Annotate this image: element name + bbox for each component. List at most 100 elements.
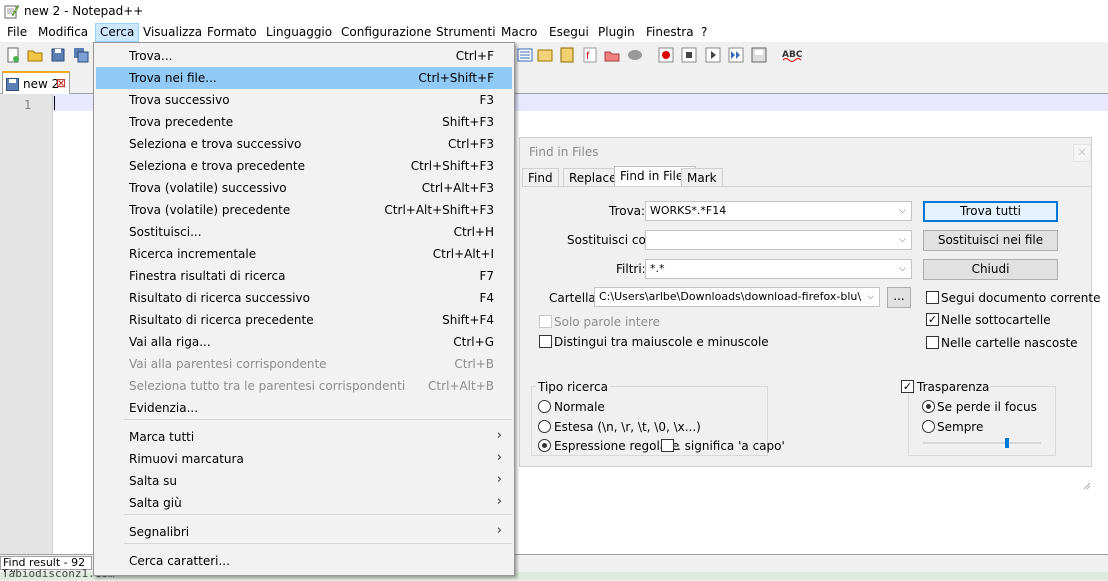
macro-play-icon[interactable]: [705, 47, 721, 63]
menu-macro[interactable]: Macro: [501, 25, 537, 39]
cerca-menu-item[interactable]: Ricerca incrementale Ctrl+Alt+I: [96, 243, 512, 265]
menu-item-shortcut: Ctrl+B: [454, 357, 494, 371]
find-what-combo[interactable]: WORKS*.*F14 ⌵: [645, 201, 912, 221]
menu-visualizza[interactable]: Visualizza: [143, 25, 202, 39]
cerca-menu-item[interactable]: Cerca caratteri...: [96, 550, 512, 572]
cerca-menu-item[interactable]: Evidenzia...: [96, 397, 512, 419]
cerca-menu-item[interactable]: Salta giù ›: [96, 492, 512, 514]
macro-record-icon[interactable]: [658, 47, 674, 63]
replace-in-files-button[interactable]: Sostituisci nei file: [923, 230, 1058, 251]
browse-folder-button[interactable]: ...: [887, 287, 911, 308]
cerca-menu-item[interactable]: Trova... Ctrl+F: [96, 45, 512, 67]
transparency-label: Trasparenza: [915, 380, 992, 394]
menu-item-shortcut: Ctrl+G: [453, 335, 494, 349]
save-icon[interactable]: [50, 47, 66, 63]
line-number-gutter: [0, 94, 53, 554]
find-what-value: WORKS*.*F14: [650, 204, 727, 217]
directory-combo[interactable]: C:\Users\arlbe\Downloads\download-firefo…: [594, 287, 880, 307]
dialog-close-icon[interactable]: ✕: [1073, 144, 1091, 162]
in-subfolders-checkbox[interactable]: ✓: [926, 313, 939, 326]
whole-word-checkbox[interactable]: [539, 315, 552, 328]
extended-mode-radio[interactable]: [538, 420, 551, 433]
regex-mode-radio[interactable]: [538, 439, 551, 452]
cerca-menu-item[interactable]: Trova successivo F3: [96, 89, 512, 111]
cerca-menu-item[interactable]: Trova precedente Shift+F3: [96, 111, 512, 133]
follow-current-doc-checkbox[interactable]: [926, 291, 939, 304]
menu-esegui[interactable]: Esegui: [549, 25, 589, 39]
menu-formato[interactable]: Formato: [207, 25, 257, 39]
spell-check-icon[interactable]: ABC: [782, 47, 802, 63]
menu-finestra[interactable]: Finestra: [646, 25, 694, 39]
macro-stop-icon[interactable]: [681, 47, 697, 63]
transparency-slider-thumb[interactable]: [1005, 438, 1009, 448]
cerca-menu-item[interactable]: Seleziona e trova precedente Ctrl+Shift+F…: [96, 155, 512, 177]
cerca-menu-item[interactable]: Trova nei file... Ctrl+Shift+F: [96, 67, 512, 89]
save-all-icon[interactable]: [73, 47, 89, 63]
text-caret: [54, 96, 55, 110]
cerca-menu-item[interactable]: Finestra risultati di ricerca F7: [96, 265, 512, 287]
new-file-icon[interactable]: [5, 47, 21, 63]
transparency-checkbox[interactable]: ✓: [901, 380, 914, 393]
normal-mode-radio[interactable]: [538, 400, 551, 413]
function-list-icon[interactable]: f: [582, 47, 598, 63]
menu-strumenti[interactable]: Strumenti: [436, 25, 496, 39]
cerca-menu-item[interactable]: Risultato di ricerca successivo F4: [96, 287, 512, 309]
doc-map-icon[interactable]: [559, 47, 575, 63]
menu-help[interactable]: ?: [701, 25, 707, 39]
open-folder-icon[interactable]: [27, 47, 43, 63]
menu-item-label: Trova precedente: [129, 115, 234, 129]
folder-workspace-icon[interactable]: [537, 47, 553, 63]
macro-run-multiple-icon[interactable]: [728, 47, 744, 63]
menu-file[interactable]: File: [7, 25, 27, 39]
replace-with-combo[interactable]: ⌵: [645, 230, 912, 250]
menu-item-label: Sostituisci...: [129, 225, 202, 239]
tab-new-2[interactable]: new 2 ⊠: [2, 71, 70, 94]
cerca-menu-item[interactable]: Salta su ›: [96, 470, 512, 492]
chevron-down-icon[interactable]: ⌵: [894, 231, 911, 249]
cerca-menu-item[interactable]: Vai alla riga... Ctrl+G: [96, 331, 512, 353]
chevron-down-icon[interactable]: ⌵: [862, 288, 879, 306]
always-radio[interactable]: [922, 420, 935, 433]
macro-save-icon[interactable]: [751, 47, 767, 63]
menu-cerca[interactable]: Cerca: [95, 23, 140, 42]
menu-configurazione[interactable]: Configurazione: [341, 25, 431, 39]
menu-item-label: Segnalibri: [129, 525, 190, 539]
cerca-menu-item[interactable]: Segnalibri ›: [96, 521, 512, 543]
tab-find[interactable]: Find: [522, 168, 559, 186]
menu-item-label: Seleziona e trova successivo: [129, 137, 302, 151]
menu-plugin[interactable]: Plugin: [598, 25, 635, 39]
submenu-arrow-icon: ›: [496, 472, 502, 487]
chevron-down-icon[interactable]: ⌵: [894, 202, 911, 220]
find-all-button[interactable]: Trova tutti: [923, 201, 1058, 222]
cerca-menu-item[interactable]: Marca tutti ›: [96, 426, 512, 448]
folder-as-workspace-icon[interactable]: [604, 47, 620, 63]
in-hidden-folders-label: Nelle cartelle nascoste: [941, 336, 1078, 350]
wrap-icon[interactable]: [517, 47, 533, 63]
chevron-down-icon[interactable]: ⌵: [894, 260, 911, 278]
menu-modifica[interactable]: Modifica: [38, 25, 88, 39]
dot-matches-newline-checkbox[interactable]: [661, 439, 674, 452]
filters-combo[interactable]: *.* ⌵: [645, 259, 912, 279]
cerca-menu-item[interactable]: Risultato di ricerca precedente Shift+F4: [96, 309, 512, 331]
cerca-menu-item[interactable]: Rimuovi marcatura ›: [96, 448, 512, 470]
on-losing-focus-radio[interactable]: [922, 400, 935, 413]
menu-item-label: Evidenzia...: [129, 401, 199, 415]
menu-linguaggio[interactable]: Linguaggio: [266, 25, 332, 39]
cerca-menu-item[interactable]: Trova (volatile) successivo Ctrl+Alt+F3: [96, 177, 512, 199]
close-button[interactable]: Chiudi: [923, 259, 1058, 280]
menu-item-shortcut: F7: [479, 269, 494, 283]
transparency-slider-track[interactable]: [923, 442, 1041, 444]
window-title: new 2 - Notepad++: [24, 4, 144, 18]
monitoring-icon[interactable]: [627, 47, 643, 63]
menu-item-label: Vai alla riga...: [129, 335, 211, 349]
cerca-menu-item[interactable]: Trova (volatile) precedente Ctrl+Alt+Shif…: [96, 199, 512, 221]
tab-close-icon[interactable]: ⊠: [56, 76, 66, 90]
cerca-menu-item[interactable]: Seleziona e trova successivo Ctrl+F3: [96, 133, 512, 155]
tab-mark[interactable]: Mark: [681, 168, 723, 186]
cerca-menu-item: Vai alla parentesi corrispondente Ctrl+B: [96, 353, 512, 375]
menu-item-shortcut: Shift+F4: [442, 313, 494, 327]
in-hidden-folders-checkbox[interactable]: [926, 336, 939, 349]
match-case-checkbox[interactable]: [539, 335, 552, 348]
cerca-menu-item[interactable]: Sostituisci... Ctrl+H: [96, 221, 512, 243]
resize-grip-icon[interactable]: [1083, 482, 1091, 490]
